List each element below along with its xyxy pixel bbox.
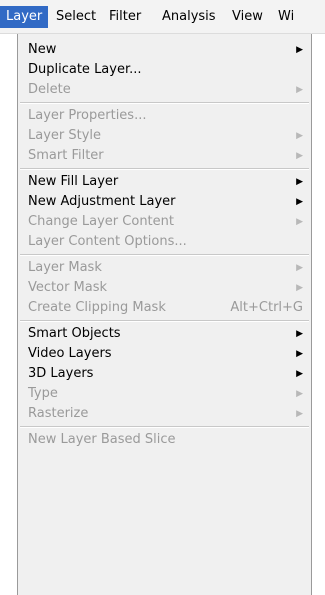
menu-item-duplicate-layer[interactable]: Duplicate Layer... (18, 60, 311, 80)
menubar-item-layer[interactable]: Layer (0, 6, 49, 28)
menu-item-type[interactable]: Type ▶ (18, 384, 311, 404)
menu-item-label: Vector Mask (28, 280, 108, 295)
menu-item-smart-objects[interactable]: Smart Objects ▶ (18, 324, 311, 344)
menu-item-label: Layer Mask (28, 260, 102, 275)
submenu-arrow-icon: ▶ (296, 349, 303, 359)
submenu-arrow-icon: ▶ (296, 217, 303, 227)
menu-item-new-fill-layer[interactable]: New Fill Layer ▶ (18, 172, 311, 192)
menu-item-label: Type (28, 386, 58, 401)
menu-item-label: Smart Objects (28, 326, 121, 341)
menu-item-layer-content-options[interactable]: Layer Content Options... (18, 232, 311, 252)
layer-dropdown-menu: New ▶ Duplicate Layer... Delete ▶ Layer Pr… (17, 34, 312, 595)
menubar-item-filter[interactable]: Filter (103, 6, 147, 28)
menu-item-video-layers[interactable]: Video Layers ▶ (18, 344, 311, 364)
menu-item-smart-filter[interactable]: Smart Filter ▶ (18, 146, 311, 166)
submenu-arrow-icon: ▶ (296, 197, 303, 207)
submenu-arrow-icon: ▶ (296, 85, 303, 95)
submenu-arrow-icon: ▶ (296, 329, 303, 339)
menu-item-new-adjustment-layer[interactable]: New Adjustment Layer ▶ (18, 192, 311, 212)
submenu-arrow-icon: ▶ (296, 283, 303, 293)
menu-item-label: Layer Style (28, 128, 102, 143)
menu-item-layer-properties[interactable]: Layer Properties... (18, 106, 311, 126)
menubar-item-window[interactable]: Wi (272, 6, 300, 28)
menu-item-new-layer-based-slice[interactable]: New Layer Based Slice (18, 430, 311, 450)
menu-item-label: New Layer Based Slice (28, 432, 176, 447)
menu-bar: Layer Select Filter Analysis View Wi (0, 0, 325, 34)
menu-item-label: Change Layer Content (28, 214, 174, 229)
menu-item-label: Duplicate Layer... (28, 62, 142, 77)
submenu-arrow-icon: ▶ (296, 263, 303, 273)
menu-item-label: Video Layers (28, 346, 112, 361)
submenu-arrow-icon: ▶ (296, 389, 303, 399)
menu-item-label: New (28, 42, 57, 57)
menu-item-layer-style[interactable]: Layer Style ▶ (18, 126, 311, 146)
shortcut-label: Alt+Ctrl+G (230, 300, 303, 315)
menu-item-delete[interactable]: Delete ▶ (18, 80, 311, 100)
submenu-arrow-icon: ▶ (296, 131, 303, 141)
menu-item-label: Delete (28, 82, 71, 97)
menu-item-create-clipping-mask[interactable]: Create Clipping Mask Alt+Ctrl+G (18, 298, 311, 318)
menu-item-label: Layer Content Options... (28, 234, 187, 249)
menu-item-new[interactable]: New ▶ (18, 40, 311, 60)
submenu-arrow-icon: ▶ (296, 369, 303, 379)
menu-item-label: Layer Properties... (28, 108, 147, 123)
menu-item-change-layer-content[interactable]: Change Layer Content ▶ (18, 212, 311, 232)
menu-item-label: Create Clipping Mask (28, 300, 166, 315)
submenu-arrow-icon: ▶ (296, 177, 303, 187)
menu-item-3d-layers[interactable]: 3D Layers ▶ (18, 364, 311, 384)
menubar-item-select[interactable]: Select (50, 6, 102, 28)
menu-item-label: New Fill Layer (28, 174, 119, 189)
menubar-item-view[interactable]: View (226, 6, 269, 28)
submenu-arrow-icon: ▶ (296, 409, 303, 419)
menubar-item-analysis[interactable]: Analysis (156, 6, 222, 28)
menu-item-layer-mask[interactable]: Layer Mask ▶ (18, 258, 311, 278)
submenu-arrow-icon: ▶ (296, 151, 303, 161)
menu-item-rasterize[interactable]: Rasterize ▶ (18, 404, 311, 424)
submenu-arrow-icon: ▶ (296, 45, 303, 55)
menu-item-label: Rasterize (28, 406, 89, 421)
menu-item-vector-mask[interactable]: Vector Mask ▶ (18, 278, 311, 298)
menu-item-label: Smart Filter (28, 148, 104, 163)
menu-item-label: New Adjustment Layer (28, 194, 176, 209)
menu-item-label: 3D Layers (28, 366, 94, 381)
